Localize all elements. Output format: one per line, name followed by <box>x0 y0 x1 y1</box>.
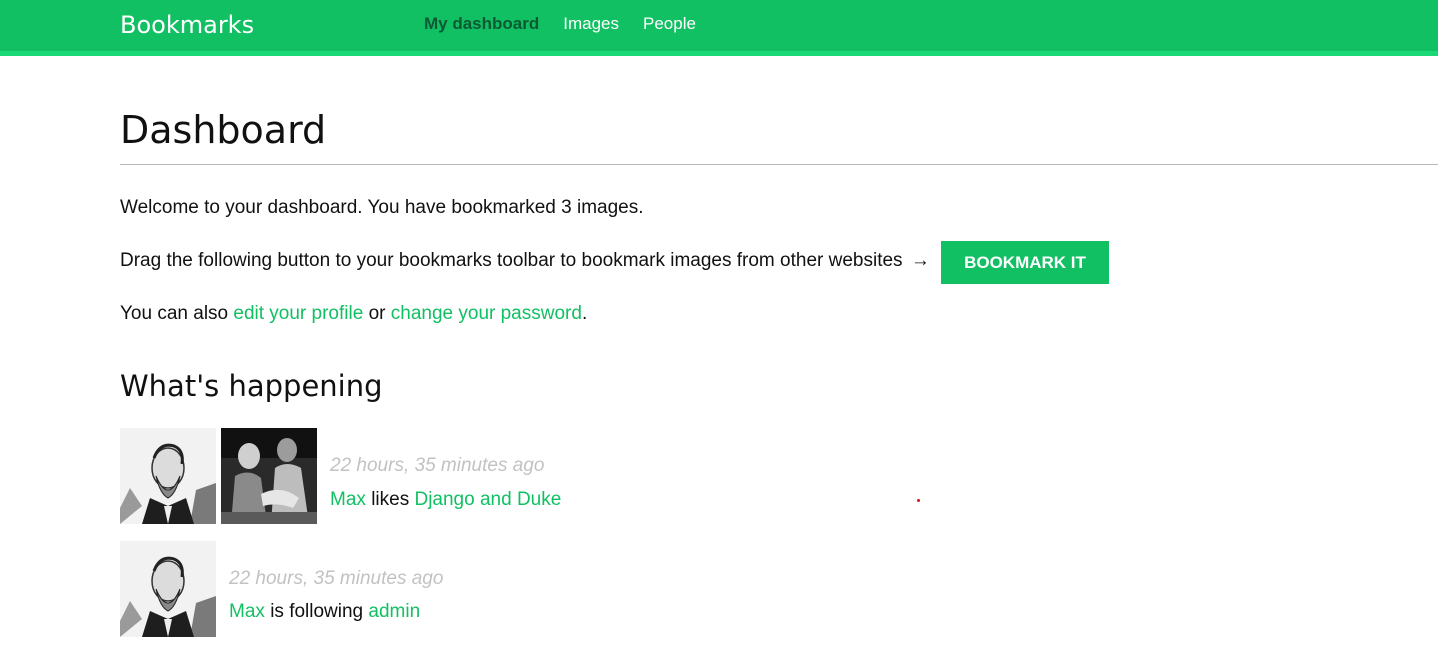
activity-user-link[interactable]: Max <box>229 601 265 622</box>
page-title: Dashboard <box>120 108 327 152</box>
menu-link-people[interactable]: People <box>643 14 696 33</box>
main-menu: My dashboard Images People <box>424 14 720 38</box>
bookmark-it-button[interactable]: BOOKMARK IT <box>941 241 1109 284</box>
activity-user-link[interactable]: Max <box>330 489 366 510</box>
activity-verb: likes <box>371 489 410 510</box>
also-prefix: You can also <box>120 303 229 324</box>
activity-timestamp: 22 hours, 35 minutes ago <box>330 455 545 476</box>
menu-item-people: People <box>643 14 696 38</box>
activity-text: Max is following admin <box>229 601 420 623</box>
profile-links-text: You can also edit your profile or change… <box>120 303 587 325</box>
activity-target-link[interactable]: admin <box>368 601 420 622</box>
drag-text: Drag the following button to your bookma… <box>120 250 903 271</box>
photo-icon <box>221 428 317 524</box>
portrait-icon <box>120 428 216 524</box>
user-avatar-image[interactable] <box>120 428 216 524</box>
portrait-icon <box>120 541 216 637</box>
edit-profile-link[interactable]: edit your profile <box>233 303 363 324</box>
top-header: Bookmarks My dashboard Images People <box>0 0 1438 56</box>
bookmarklet-instructions: Drag the following button to your bookma… <box>120 250 930 272</box>
site-logo[interactable]: Bookmarks <box>120 11 254 39</box>
user-avatar-image[interactable] <box>120 541 216 637</box>
menu-link-images[interactable]: Images <box>563 14 619 33</box>
menu-item-images: Images <box>563 14 619 38</box>
activity-timestamp: 22 hours, 35 minutes ago <box>229 568 444 589</box>
whats-happening-heading: What's happening <box>120 369 383 403</box>
cursor-dot <box>917 499 920 502</box>
change-password-link[interactable]: change your password <box>391 303 582 324</box>
title-divider <box>120 164 1438 165</box>
activity-text: Max likes Django and Duke <box>330 489 561 511</box>
right-arrow-icon: → <box>910 250 930 271</box>
also-or: or <box>368 303 386 324</box>
activity-verb: is following <box>270 601 364 622</box>
welcome-text: Welcome to your dashboard. You have book… <box>120 197 644 218</box>
also-suffix: . <box>581 303 588 324</box>
activity-target-link[interactable]: Django and Duke <box>414 489 561 510</box>
menu-link-dashboard[interactable]: My dashboard <box>424 14 539 33</box>
django-and-duke-image[interactable] <box>221 428 317 524</box>
menu-item-dashboard: My dashboard <box>424 14 539 38</box>
